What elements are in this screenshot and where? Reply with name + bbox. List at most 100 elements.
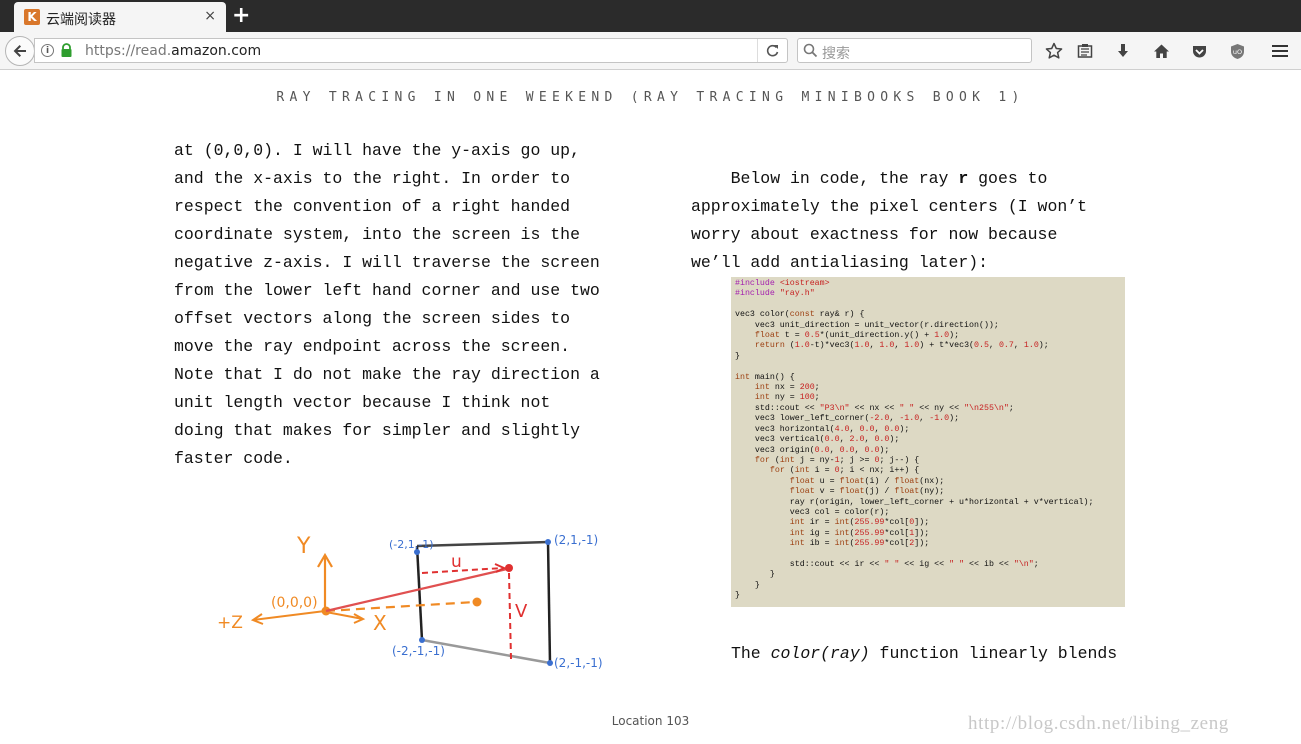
code-token: 1.0 bbox=[1023, 341, 1039, 351]
book-title-header: RAY TRACING IN ONE WEEKEND (RAY TRACING … bbox=[276, 90, 1025, 105]
ray-camera-diagram: Y +Z X (0,0,0) (-2,1,-1) (2,1,-1) (-2,-1… bbox=[217, 533, 603, 670]
reload-icon[interactable] bbox=[757, 39, 787, 62]
text-fragment: function linearly blends bbox=[869, 644, 1118, 663]
url-host: amazon.com bbox=[171, 43, 262, 59]
code-token: int bbox=[834, 528, 850, 538]
code-token: vec3 lower_left_corner( bbox=[735, 414, 870, 424]
code-token: (i) / bbox=[864, 476, 895, 486]
url-text[interactable]: https://read.amazon.com bbox=[85, 43, 261, 59]
code-token: float bbox=[789, 476, 815, 486]
code-token: std::cout << ir << bbox=[735, 559, 885, 569]
code-token: #include bbox=[735, 279, 775, 288]
code-token: vec3 col = color(r); bbox=[735, 507, 890, 517]
hamburger-menu-icon[interactable] bbox=[1269, 40, 1291, 62]
code-token: const bbox=[789, 310, 815, 320]
code-token: 0.0 bbox=[884, 424, 900, 434]
x-axis-label: X bbox=[373, 611, 387, 635]
text-line: move the ray endpoint across the screen. bbox=[174, 337, 571, 356]
code-token: ib = bbox=[804, 539, 835, 549]
search-field[interactable]: 搜索 bbox=[797, 38, 1032, 63]
code-token: 1.0 bbox=[934, 331, 950, 341]
ublock-shield-icon[interactable]: uO bbox=[1226, 40, 1248, 62]
back-button[interactable] bbox=[5, 36, 35, 66]
search-icon bbox=[803, 43, 818, 58]
text-fragment: The bbox=[731, 644, 771, 663]
code-token: 0.0 bbox=[839, 445, 855, 455]
code-token: *col[ bbox=[884, 539, 910, 549]
color-function-name: color(ray) bbox=[770, 644, 870, 663]
info-icon[interactable]: i bbox=[41, 44, 54, 57]
text-line: worry about exactness for now because bbox=[691, 225, 1058, 244]
code-token: 255.99 bbox=[854, 528, 885, 538]
code-token: "P3\n" bbox=[819, 403, 850, 413]
top-right-corner-label: (2,1,-1) bbox=[554, 533, 598, 547]
code-token: , bbox=[829, 445, 840, 455]
code-token: float bbox=[754, 331, 780, 341]
code-line: int ny = 100; bbox=[735, 393, 1121, 403]
code-line: vec3 unit_direction = unit_vector(r.dire… bbox=[735, 321, 1121, 331]
code-line: float v = float(j) / float(ny); bbox=[735, 487, 1121, 497]
code-token: ( bbox=[784, 466, 795, 476]
code-line: vec3 color(const ray& r) { bbox=[735, 310, 1121, 320]
code-token: for bbox=[754, 455, 770, 465]
code-line: return (1.0-t)*vec3(1.0, 1.0, 1.0) + t*v… bbox=[735, 341, 1121, 351]
address-bar[interactable]: i https://read.amazon.com bbox=[34, 38, 788, 63]
code-line: } bbox=[735, 591, 1121, 601]
code-line: int nx = 200; bbox=[735, 383, 1121, 393]
code-token: ( bbox=[784, 341, 795, 351]
code-line: int main() { bbox=[735, 373, 1121, 383]
reading-list-icon[interactable] bbox=[1074, 40, 1096, 62]
code-token: , bbox=[874, 424, 885, 434]
pocket-icon[interactable] bbox=[1188, 40, 1210, 62]
screen-center-dot bbox=[472, 597, 482, 607]
text-line: we’ll add antialiasing later): bbox=[691, 253, 989, 272]
code-token: vec3 color( bbox=[735, 310, 790, 320]
code-line: } bbox=[735, 352, 1121, 362]
text-line: unit length vector because I think not bbox=[174, 393, 551, 412]
corner-dot bbox=[547, 660, 553, 666]
text-line: at (0,0,0). I will have the y-axis go up… bbox=[174, 141, 580, 160]
screen-left-edge bbox=[415, 545, 424, 641]
code-token: , bbox=[839, 435, 850, 445]
code-token: ); bbox=[879, 445, 890, 455]
code-token: } bbox=[735, 351, 740, 361]
tab-close-icon[interactable]: × bbox=[204, 8, 216, 24]
corner-dot bbox=[419, 637, 425, 643]
lock-icon[interactable] bbox=[60, 43, 73, 58]
svg-text:uO: uO bbox=[1232, 48, 1241, 56]
code-token: ; bbox=[1008, 403, 1014, 413]
code-token: t = bbox=[779, 331, 805, 341]
code-token: -t)*vec3( bbox=[809, 341, 855, 351]
code-token: } bbox=[735, 570, 775, 580]
code-token: ); bbox=[949, 414, 960, 424]
code-token: 1.0 bbox=[794, 341, 810, 351]
code-line: } bbox=[735, 570, 1121, 580]
home-icon[interactable] bbox=[1150, 40, 1172, 62]
search-placeholder: 搜索 bbox=[822, 46, 850, 62]
bookmark-star-icon[interactable] bbox=[1043, 40, 1065, 62]
code-token: int bbox=[834, 518, 850, 528]
code-token: 0.0 bbox=[824, 435, 840, 445]
code-token: ; bbox=[814, 393, 820, 403]
code-token: ) + t*vec3( bbox=[919, 341, 975, 351]
text-line: doing that makes for simpler and slightl… bbox=[174, 421, 580, 440]
download-icon[interactable] bbox=[1112, 40, 1134, 62]
code-line: vec3 col = color(r); bbox=[735, 508, 1121, 518]
code-line: for (int i = 0; i < nx; i++) { bbox=[735, 466, 1121, 476]
ray-variable: r bbox=[958, 169, 969, 188]
new-tab-button[interactable]: + bbox=[232, 3, 250, 29]
code-token: (ny); bbox=[919, 487, 945, 497]
kindle-favicon-icon: K bbox=[24, 9, 40, 25]
code-line: std::cout << "P3\n" << nx << " " << ny <… bbox=[735, 404, 1121, 414]
code-line: #include <iostream> bbox=[735, 279, 1121, 289]
tab-reader[interactable]: K 云端阅读器 × bbox=[14, 2, 226, 32]
code-token: , bbox=[889, 414, 900, 424]
code-token: j = ny- bbox=[794, 455, 835, 465]
code-token: i = bbox=[809, 466, 835, 476]
code-token: ; i < nx; i++) { bbox=[839, 466, 920, 476]
text-fragment: Below in code, the ray bbox=[691, 169, 959, 188]
code-token: ny = bbox=[769, 393, 800, 403]
